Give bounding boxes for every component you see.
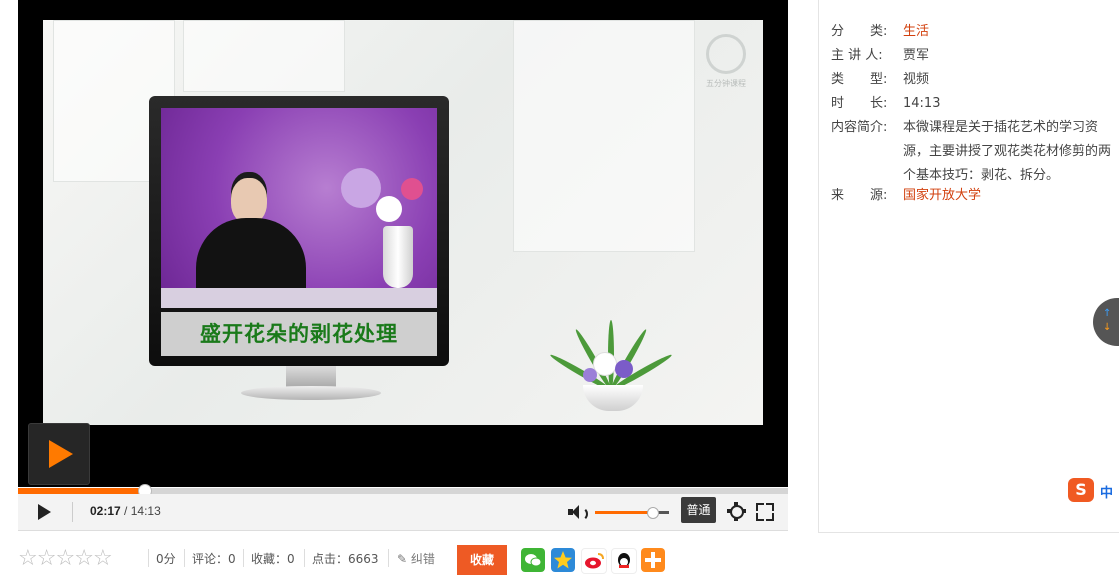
favorite-count: 收藏：0 bbox=[251, 552, 295, 566]
scroll-up-icon[interactable]: ↑ bbox=[1103, 308, 1111, 319]
intro-label: 内容简介: bbox=[831, 120, 888, 135]
sogou-ime-icon: S bbox=[1068, 478, 1094, 502]
speaker-label: 主 讲 人: bbox=[831, 48, 883, 63]
fullscreen-icon[interactable] bbox=[756, 503, 774, 521]
quality-button[interactable]: 普通 bbox=[681, 497, 716, 523]
gear-icon[interactable] bbox=[727, 502, 746, 521]
star-icon[interactable]: ☆ bbox=[18, 546, 38, 571]
time-separator: / bbox=[124, 504, 128, 518]
star-icon[interactable]: ☆ bbox=[93, 546, 113, 571]
volume-slider[interactable] bbox=[595, 507, 669, 519]
more-share-icon[interactable] bbox=[641, 548, 665, 572]
score-text: 0分 bbox=[156, 552, 176, 566]
source-label: 来 源: bbox=[831, 188, 888, 203]
comment-count: 评论：0 bbox=[192, 552, 236, 566]
volume-icon[interactable] bbox=[568, 503, 588, 521]
wechat-share-icon[interactable] bbox=[521, 548, 545, 572]
play-button[interactable] bbox=[38, 504, 51, 520]
duration-label: 时 长: bbox=[831, 96, 888, 111]
volume-handle[interactable] bbox=[646, 507, 659, 519]
total-time: 14:13 bbox=[130, 504, 161, 518]
intro-value: 本微课程是关于插花艺术的学习资源，主要讲授了观花类花材修剪的两个基本技巧：剥花、… bbox=[903, 120, 1112, 183]
video-caption: 盛开花朵的剥花处理 bbox=[161, 312, 437, 356]
player-controls: 02:17 / 14:13 普通 bbox=[18, 494, 788, 531]
edit-icon: ✎ bbox=[397, 552, 408, 566]
volume-level bbox=[595, 511, 653, 514]
type-label: 类 型: bbox=[831, 72, 888, 87]
star-icon[interactable]: ☆ bbox=[55, 546, 75, 571]
duration-value: 14:13 bbox=[903, 96, 941, 111]
scroll-down-icon[interactable]: ↓ bbox=[1103, 322, 1111, 333]
qzone-share-icon[interactable] bbox=[551, 548, 575, 572]
monitor-stand bbox=[241, 366, 381, 406]
controls-divider bbox=[72, 502, 73, 522]
video-frame[interactable]: 五分钟课程 盛开花朵的剥花处理 bbox=[43, 20, 763, 425]
divider bbox=[184, 549, 185, 567]
star-icon[interactable]: ☆ bbox=[74, 546, 94, 571]
ime-mode-label: 中 bbox=[1100, 486, 1114, 501]
report-error-link[interactable]: ✎ 纠错 bbox=[397, 551, 435, 567]
report-label: 纠错 bbox=[410, 552, 435, 566]
ime-widget[interactable]: S 中 bbox=[1068, 478, 1119, 504]
big-play-button[interactable] bbox=[28, 423, 90, 485]
time-display: 02:17 / 14:13 bbox=[90, 504, 161, 518]
divider bbox=[243, 549, 244, 567]
source-link[interactable]: 国家开放大学 bbox=[903, 184, 1117, 208]
channel-logo: 五分钟课程 bbox=[701, 34, 751, 92]
category-label: 分 类: bbox=[831, 24, 888, 39]
speaker-value: 贾军 bbox=[903, 48, 930, 63]
category-link[interactable]: 生活 bbox=[903, 20, 1117, 44]
weibo-share-icon[interactable] bbox=[581, 548, 607, 574]
course-info-panel: 分 类: 生活 主 讲 人: 贾军 类 型: 视频 时 长: 14:13 内容简… bbox=[818, 0, 1119, 533]
rating-stars[interactable]: ☆☆☆☆☆ bbox=[18, 546, 113, 572]
star-icon[interactable]: ☆ bbox=[37, 546, 57, 571]
qq-share-icon[interactable] bbox=[611, 548, 637, 574]
click-count: 点击：6663 bbox=[312, 552, 379, 566]
channel-logo-text: 五分钟课程 bbox=[706, 79, 746, 88]
divider bbox=[388, 549, 389, 567]
video-player[interactable]: 五分钟课程 盛开花朵的剥花处理 bbox=[18, 0, 788, 487]
divider bbox=[148, 549, 149, 567]
favorite-button[interactable]: 收藏 bbox=[457, 545, 507, 575]
divider bbox=[304, 549, 305, 567]
current-time: 02:17 bbox=[90, 504, 121, 518]
flower-arrangement bbox=[523, 290, 693, 415]
video-monitor-graphic: 盛开花朵的剥花处理 bbox=[149, 96, 449, 366]
play-icon bbox=[49, 440, 73, 468]
action-bar: ☆☆☆☆☆ 0分 评论：0 收藏：0 点击：6663 ✎ 纠错 收藏 bbox=[18, 540, 788, 578]
type-value: 视频 bbox=[903, 72, 930, 87]
